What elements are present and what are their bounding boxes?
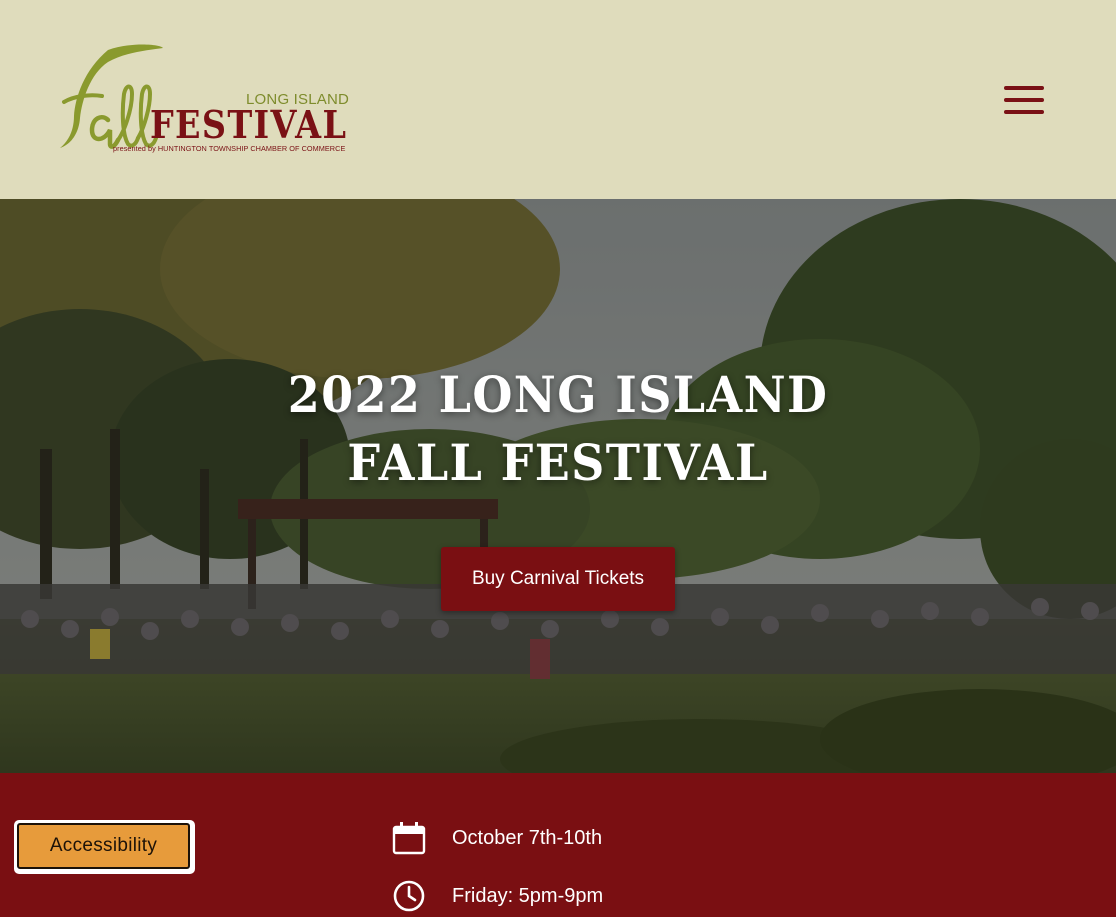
- calendar-icon: [392, 822, 426, 855]
- accessibility-label: Accessibility: [17, 823, 190, 869]
- event-hours-row: Friday: 5pm-9pm: [392, 879, 603, 913]
- buy-carnival-tickets-button[interactable]: Buy Carnival Tickets: [441, 547, 675, 611]
- event-dates-row: October 7th-10th: [392, 821, 602, 855]
- hero-title: 2022 LONG ISLAND FALL FESTIVAL: [0, 361, 1116, 497]
- hamburger-menu-icon[interactable]: [1003, 84, 1045, 116]
- hero-title-line-1: 2022 LONG ISLAND: [287, 365, 829, 424]
- event-dates-text: October 7th-10th: [452, 826, 603, 849]
- hero-banner: 2022 LONG ISLAND FALL FESTIVAL Buy Carni…: [0, 199, 1116, 773]
- hero-title-line-2: FALL FESTIVAL: [347, 433, 769, 492]
- accessibility-button[interactable]: Accessibility: [14, 820, 195, 874]
- logo-presented-by-text: presented by HUNTINGTON TOWNSHIP CHAMBER…: [113, 144, 346, 153]
- event-hours-text: Friday: 5pm-9pm: [452, 884, 604, 907]
- event-info-band: Accessibility October 7th-10th Friday: 5…: [0, 773, 1116, 917]
- clock-icon: [393, 880, 425, 912]
- site-header: LONG ISLAND FESTIVAL presented by HUNTIN…: [0, 0, 1116, 199]
- logo-festival-text: FESTIVAL: [150, 102, 348, 147]
- site-logo[interactable]: LONG ISLAND FESTIVAL presented by HUNTIN…: [50, 40, 360, 160]
